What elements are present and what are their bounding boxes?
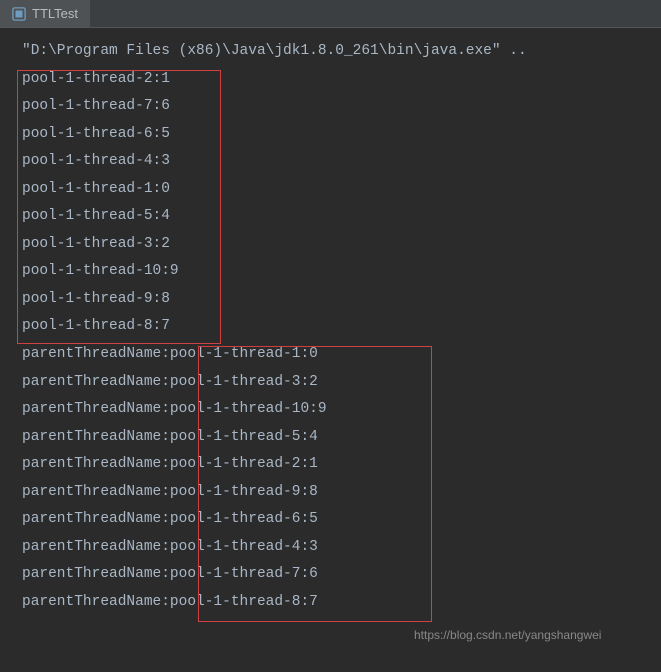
output-line: pool-1-thread-5:4 — [22, 203, 655, 231]
tab-ttltest[interactable]: TTLTest — [0, 0, 90, 27]
output-line: parentThreadName:pool-1-thread-8:7 — [22, 589, 655, 617]
watermark: https://blog.csdn.net/yangshangwei — [414, 628, 601, 642]
output-line: parentThreadName:pool-1-thread-5:4 — [22, 424, 655, 452]
command-line: "D:\Program Files (x86)\Java\jdk1.8.0_26… — [22, 38, 655, 66]
output-block: pool-1-thread-2:1 pool-1-thread-7:6 pool… — [22, 66, 655, 617]
output-line: parentThreadName:pool-1-thread-10:9 — [22, 396, 655, 424]
output-line: pool-1-thread-3:2 — [22, 231, 655, 259]
output-line: parentThreadName:pool-1-thread-1:0 — [22, 341, 655, 369]
tab-bar: TTLTest — [0, 0, 661, 28]
output-line: pool-1-thread-7:6 — [22, 93, 655, 121]
output-line: pool-1-thread-8:7 — [22, 313, 655, 341]
output-line: pool-1-thread-2:1 — [22, 66, 655, 94]
output-line: pool-1-thread-1:0 — [22, 176, 655, 204]
tab-title: TTLTest — [32, 6, 78, 21]
output-line: pool-1-thread-10:9 — [22, 258, 655, 286]
output-line: parentThreadName:pool-1-thread-9:8 — [22, 479, 655, 507]
output-line: parentThreadName:pool-1-thread-4:3 — [22, 534, 655, 562]
run-config-icon — [12, 7, 26, 21]
console-output: "D:\Program Files (x86)\Java\jdk1.8.0_26… — [0, 28, 661, 622]
output-line: parentThreadName:pool-1-thread-7:6 — [22, 561, 655, 589]
output-line: pool-1-thread-6:5 — [22, 121, 655, 149]
output-line: parentThreadName:pool-1-thread-2:1 — [22, 451, 655, 479]
output-line: pool-1-thread-4:3 — [22, 148, 655, 176]
output-line: parentThreadName:pool-1-thread-6:5 — [22, 506, 655, 534]
output-line: pool-1-thread-9:8 — [22, 286, 655, 314]
output-line: parentThreadName:pool-1-thread-3:2 — [22, 369, 655, 397]
